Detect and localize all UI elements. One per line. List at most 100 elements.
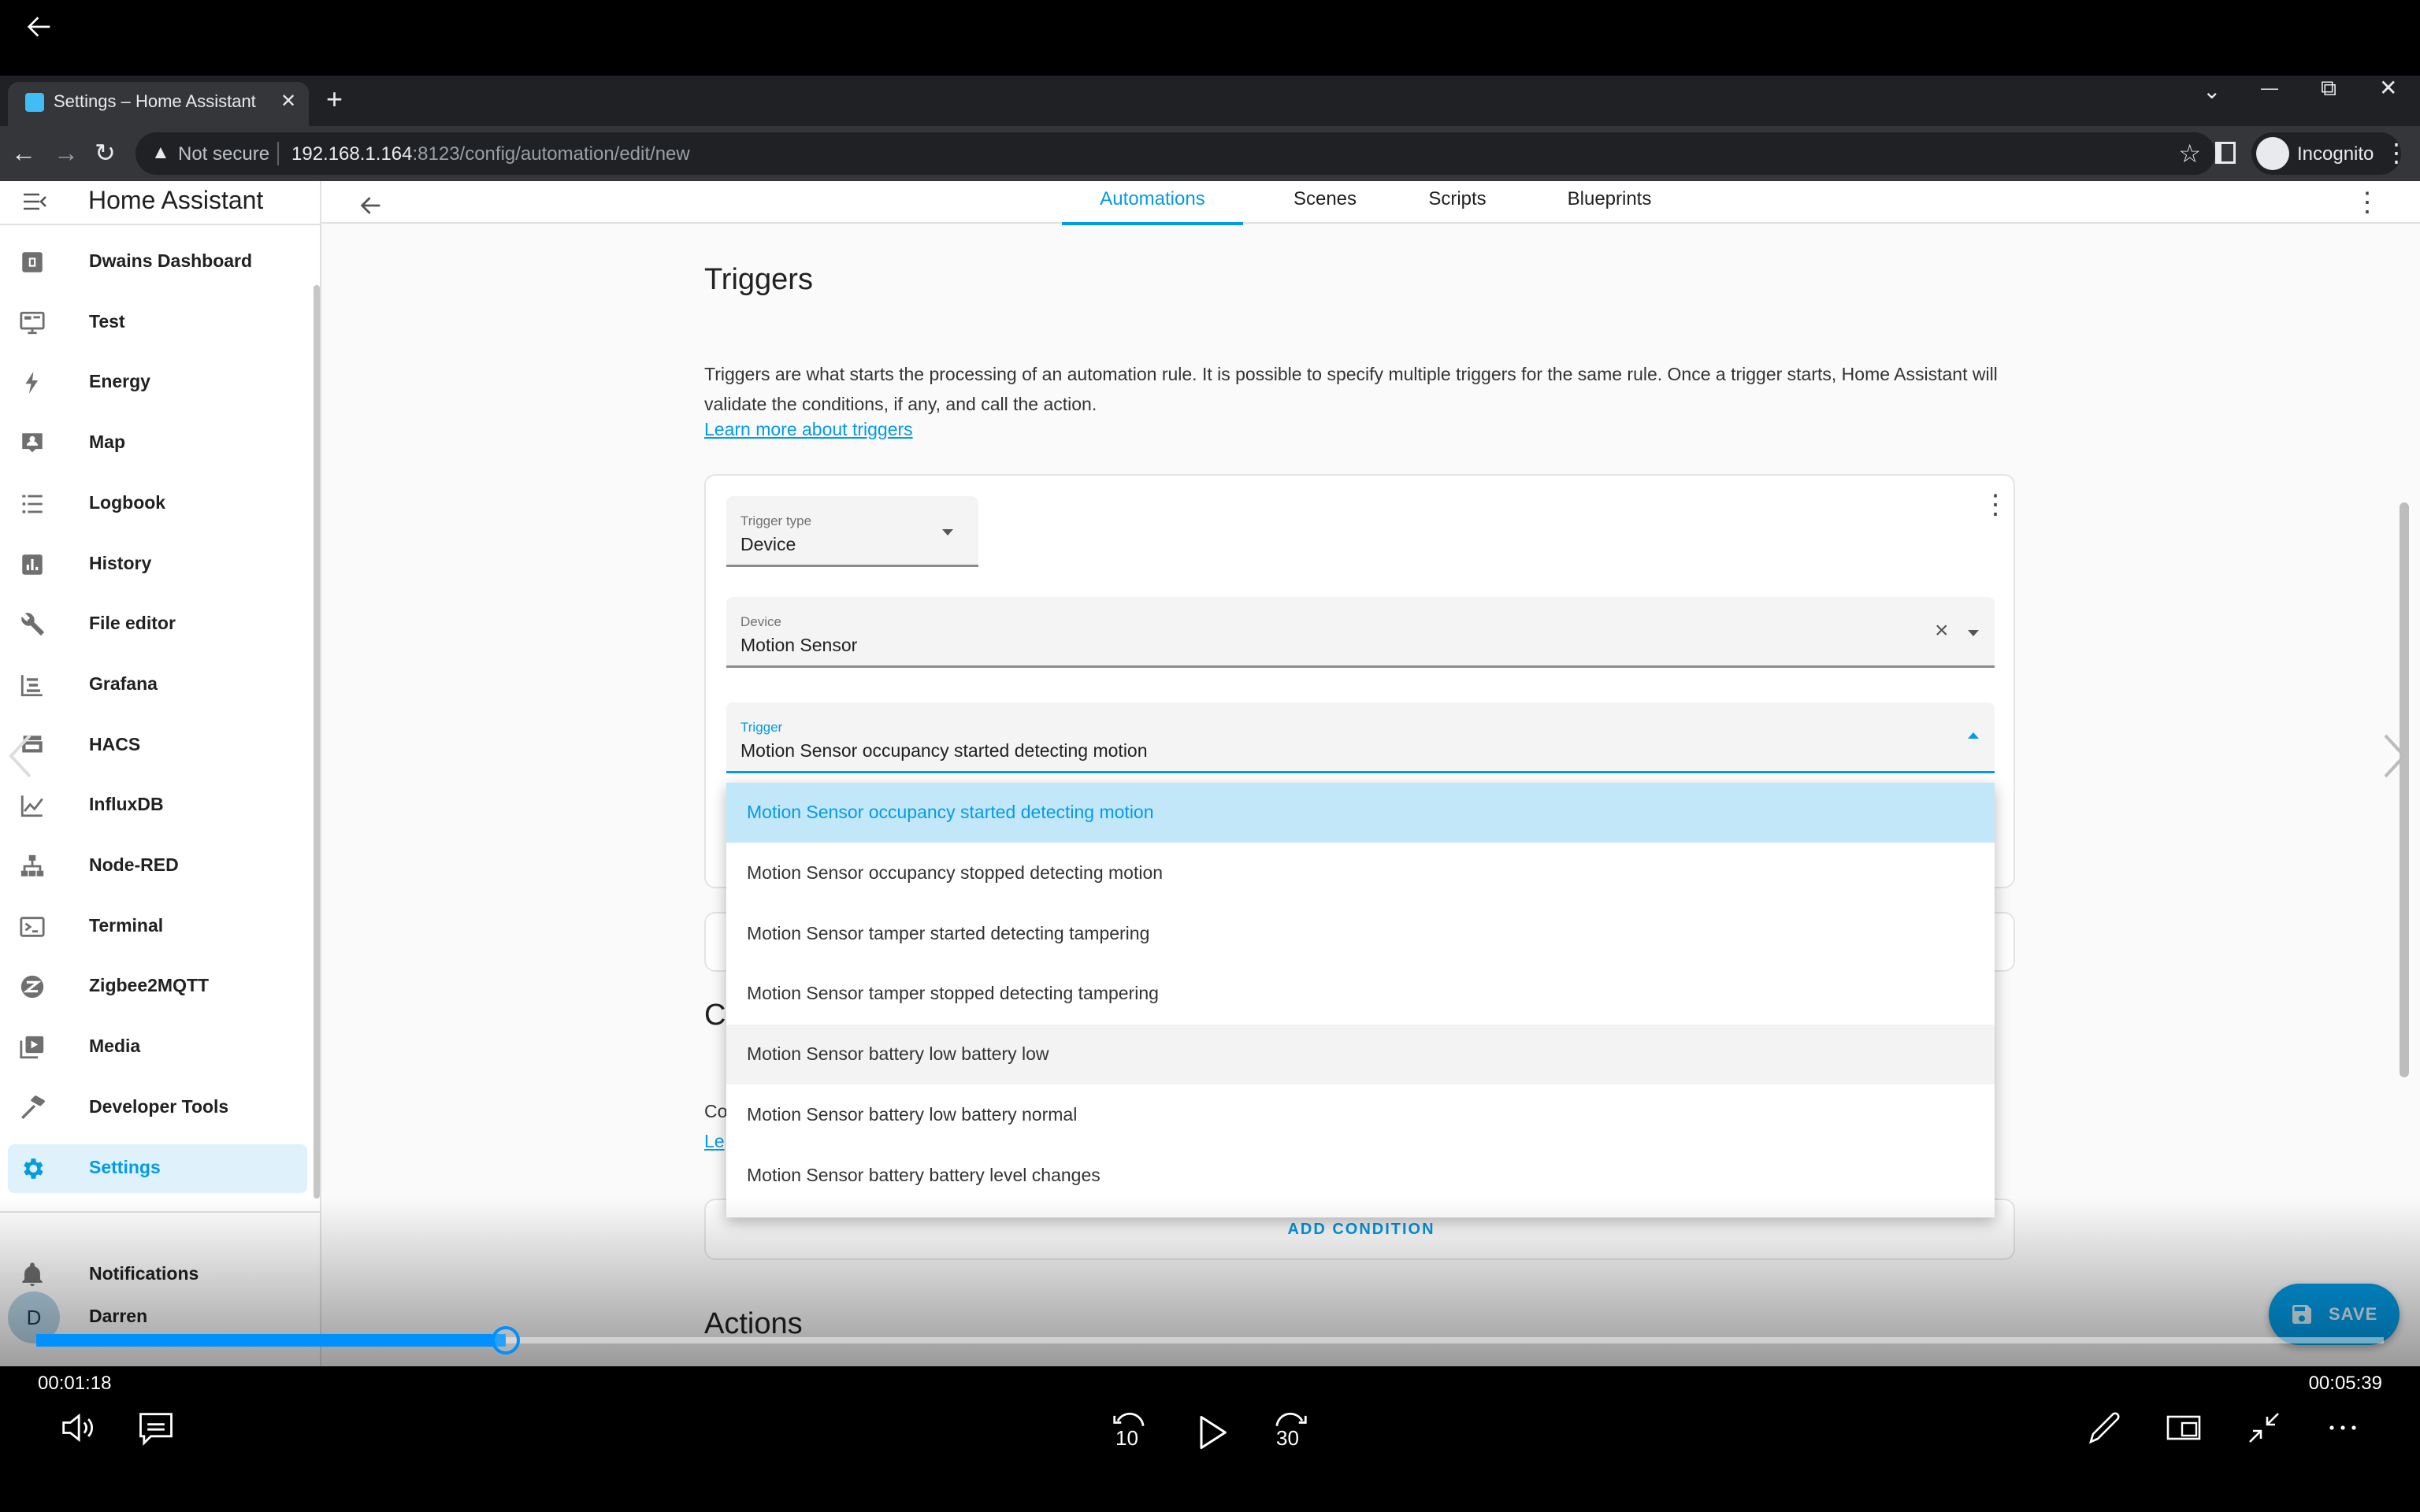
side-panel-icon[interactable] <box>2215 142 2236 164</box>
menu-collapse-icon[interactable] <box>22 192 47 211</box>
sidebar-item-settings[interactable]: Settings <box>8 1143 307 1193</box>
chevron-down-icon[interactable] <box>1968 630 1979 636</box>
main-scrollbar[interactable] <box>2400 502 2409 1077</box>
device-picker[interactable]: Device Motion Sensor × <box>726 597 1995 668</box>
home-assistant-favicon-icon <box>25 93 44 112</box>
browser-tab[interactable]: Settings – Home Assistant ✕ <box>8 82 309 126</box>
app-title: Home Assistant <box>88 186 264 214</box>
map-person-icon <box>19 430 46 457</box>
sidebar-scrollbar[interactable] <box>314 285 320 1199</box>
sidebar-item-history[interactable]: History <box>8 540 307 589</box>
sidebar-item-terminal[interactable]: Terminal <box>8 902 307 951</box>
sidebar-item-map[interactable]: Map <box>8 419 307 468</box>
conditions-heading: C <box>704 999 726 1032</box>
sidebar-item-influxdb[interactable]: InfluxDB <box>8 781 307 830</box>
exit-fullscreen-icon[interactable] <box>2245 1409 2286 1450</box>
incognito-label: Incognito <box>2297 143 2374 165</box>
player-back-icon[interactable] <box>24 11 55 43</box>
learn-more-triggers-link[interactable]: Learn more about triggers <box>704 419 913 440</box>
sidebar-item-test[interactable]: Test <box>8 298 307 347</box>
seek-bar-progress <box>36 1334 506 1347</box>
save-button[interactable]: SAVE <box>2269 1284 2400 1345</box>
header-more-icon[interactable]: ⋮ <box>2354 189 2381 216</box>
sidebar-item-notifications[interactable]: Notifications <box>8 1251 307 1299</box>
browser-menu-icon[interactable]: ⋮ <box>2384 137 2409 169</box>
more-icon[interactable] <box>2324 1409 2365 1450</box>
restore-icon[interactable]: ⧉ <box>2321 72 2336 104</box>
url-text[interactable]: 192.168.1.164:8123/config/automation/edi… <box>291 143 690 165</box>
video-next-chevron-icon[interactable] <box>2379 732 2411 780</box>
tab-blueprints[interactable]: Blueprints <box>1546 181 1673 225</box>
forward-30-button[interactable]: 30 <box>1270 1406 1311 1450</box>
trigger-select[interactable]: Trigger Motion Sensor occupancy started … <box>726 702 1995 773</box>
chart-areaspline-icon <box>19 792 46 819</box>
sidebar-item-label: Logbook <box>89 491 166 513</box>
sidebar-item-label: Energy <box>89 371 150 392</box>
trigger-option-label: Motion Sensor tamper started detecting t… <box>747 922 1150 943</box>
forward-label: 30 <box>1276 1426 1299 1450</box>
trigger-card-more-icon[interactable]: ⋮ <box>1982 491 2009 518</box>
sidebar-item-grafana[interactable]: Grafana <box>8 661 307 710</box>
trigger-option[interactable]: Motion Sensor tamper started detecting t… <box>726 904 1995 964</box>
tab-title: Settings – Home Assistant <box>54 91 256 111</box>
volume-icon[interactable] <box>57 1407 98 1448</box>
sidebar-item-label: Map <box>89 432 125 453</box>
back-arrow-icon[interactable] <box>358 192 384 219</box>
sidebar-item-label: InfluxDB <box>89 794 164 815</box>
bookmark-star-icon[interactable]: ☆ <box>2178 139 2201 169</box>
sidebar-item-logbook[interactable]: Logbook <box>8 480 307 528</box>
trigger-option[interactable]: Motion Sensor battery battery level chan… <box>726 1146 1995 1206</box>
play-icon[interactable] <box>1191 1412 1232 1453</box>
sidebar-item-developer-tools[interactable]: Developer Tools <box>8 1084 307 1132</box>
sidebar-item-energy[interactable]: Energy <box>8 358 307 407</box>
user-name[interactable]: Darren <box>89 1306 147 1327</box>
sidebar-item-node-red[interactable]: Node-RED <box>8 842 307 891</box>
sidebar-item-label: Grafana <box>89 673 158 694</box>
seek-bar-thumb[interactable] <box>492 1326 520 1354</box>
reload-icon[interactable]: ↻ <box>95 137 116 169</box>
warning-icon: ▲ <box>151 142 170 163</box>
trigger-option[interactable]: Motion Sensor battery low battery normal <box>726 1085 1995 1145</box>
minimize-icon[interactable]: — <box>2261 72 2278 104</box>
tab-automations[interactable]: Automations <box>1062 181 1243 225</box>
sidebar-item-hacs[interactable]: HACS <box>8 721 307 770</box>
trigger-option[interactable]: Motion Sensor battery low battery low <box>726 1025 1995 1085</box>
learn-more-conditions-link[interactable]: Le <box>704 1131 725 1152</box>
browser-back-icon[interactable]: ← <box>11 137 36 169</box>
sidebar-item-file-editor[interactable]: File editor <box>8 600 307 649</box>
sidebar-divider <box>0 224 321 225</box>
trigger-type-select[interactable]: Trigger type Device <box>726 496 978 567</box>
conditions-description: Co <box>704 1101 728 1121</box>
add-condition-button[interactable]: ADD CONDITION <box>706 1221 2017 1239</box>
new-tab-button[interactable]: + <box>326 83 343 115</box>
sidebar-item-label: Dwains Dashboard <box>89 250 253 271</box>
chart-box-icon <box>19 551 46 578</box>
pencil-icon[interactable] <box>2086 1409 2127 1450</box>
miniplayer-icon[interactable] <box>2165 1409 2206 1450</box>
sidebar-header: Home Assistant <box>0 181 321 224</box>
address-bar[interactable]: ▲ Not secure 192.168.1.164:8123/config/a… <box>135 132 2215 175</box>
sidebar-item-dwains-dashboard[interactable]: Dwains Dashboard <box>8 238 307 287</box>
trigger-option[interactable]: Motion Sensor occupancy stopped detectin… <box>726 843 1995 903</box>
sidebar-item-zigbee2mqtt[interactable]: Zigbee2MQTT <box>8 962 307 1011</box>
trigger-option[interactable]: Motion Sensor tamper stopped detecting t… <box>726 964 1995 1024</box>
rewind-10-button[interactable]: 10 <box>1109 1406 1150 1450</box>
browser-forward-icon[interactable]: → <box>54 137 79 169</box>
tab-scripts[interactable]: Scripts <box>1413 181 1501 225</box>
sidebar-item-media[interactable]: Media <box>8 1023 307 1072</box>
lightning-bolt-icon <box>19 369 46 396</box>
captions-icon[interactable] <box>135 1407 176 1448</box>
console-icon <box>19 914 46 940</box>
video-prev-chevron-icon[interactable] <box>5 732 36 780</box>
tab-scenes[interactable]: Scenes <box>1271 181 1379 225</box>
trigger-option[interactable]: Motion Sensor occupancy started detectin… <box>726 783 1995 843</box>
security-label[interactable]: Not secure <box>178 143 269 165</box>
window-close-icon[interactable]: ✕ <box>2379 72 2397 104</box>
tab-close-icon[interactable]: ✕ <box>280 90 296 113</box>
trigger-label: Trigger <box>740 720 783 735</box>
incognito-profile-button[interactable]: Incognito <box>2251 132 2401 175</box>
browser-toolbar: ← → ↻ ▲ Not secure 192.168.1.164:8123/co… <box>0 126 2420 181</box>
clear-icon[interactable]: × <box>1935 617 1949 644</box>
tab-label: Automations <box>1100 188 1205 209</box>
tab-search-icon[interactable]: ⌄ <box>2203 76 2221 107</box>
